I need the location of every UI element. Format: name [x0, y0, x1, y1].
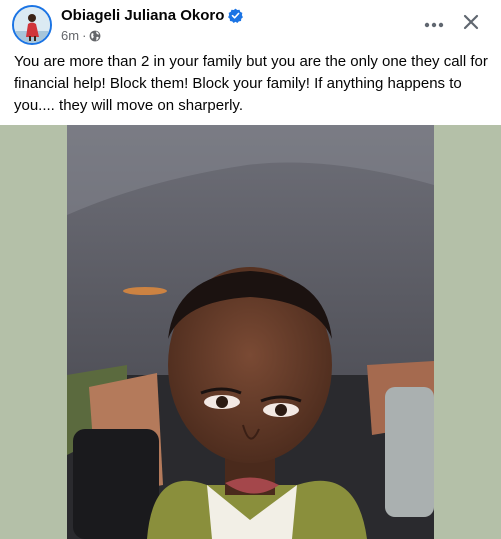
post-header: Obiageli Juliana Okoro 6m ·	[0, 0, 501, 50]
post-time[interactable]: 6m	[61, 28, 79, 43]
post-meta: 6m ·	[61, 28, 101, 43]
globe-icon	[89, 30, 101, 42]
post-media[interactable]	[0, 125, 501, 539]
meta-separator: ·	[82, 28, 87, 43]
more-options-button[interactable]	[418, 8, 450, 40]
author-name-row: Obiageli Juliana Okoro	[61, 7, 244, 24]
verified-badge-icon	[228, 8, 244, 23]
author-avatar[interactable]	[12, 5, 52, 45]
post-photo[interactable]	[67, 125, 434, 539]
more-horizontal-icon	[424, 15, 444, 33]
post-body-text: You are more than 2 in your family but y…	[14, 53, 488, 114]
close-button[interactable]	[455, 8, 487, 40]
close-icon	[463, 14, 479, 35]
author-name[interactable]: Obiageli Juliana Okoro	[61, 7, 224, 24]
